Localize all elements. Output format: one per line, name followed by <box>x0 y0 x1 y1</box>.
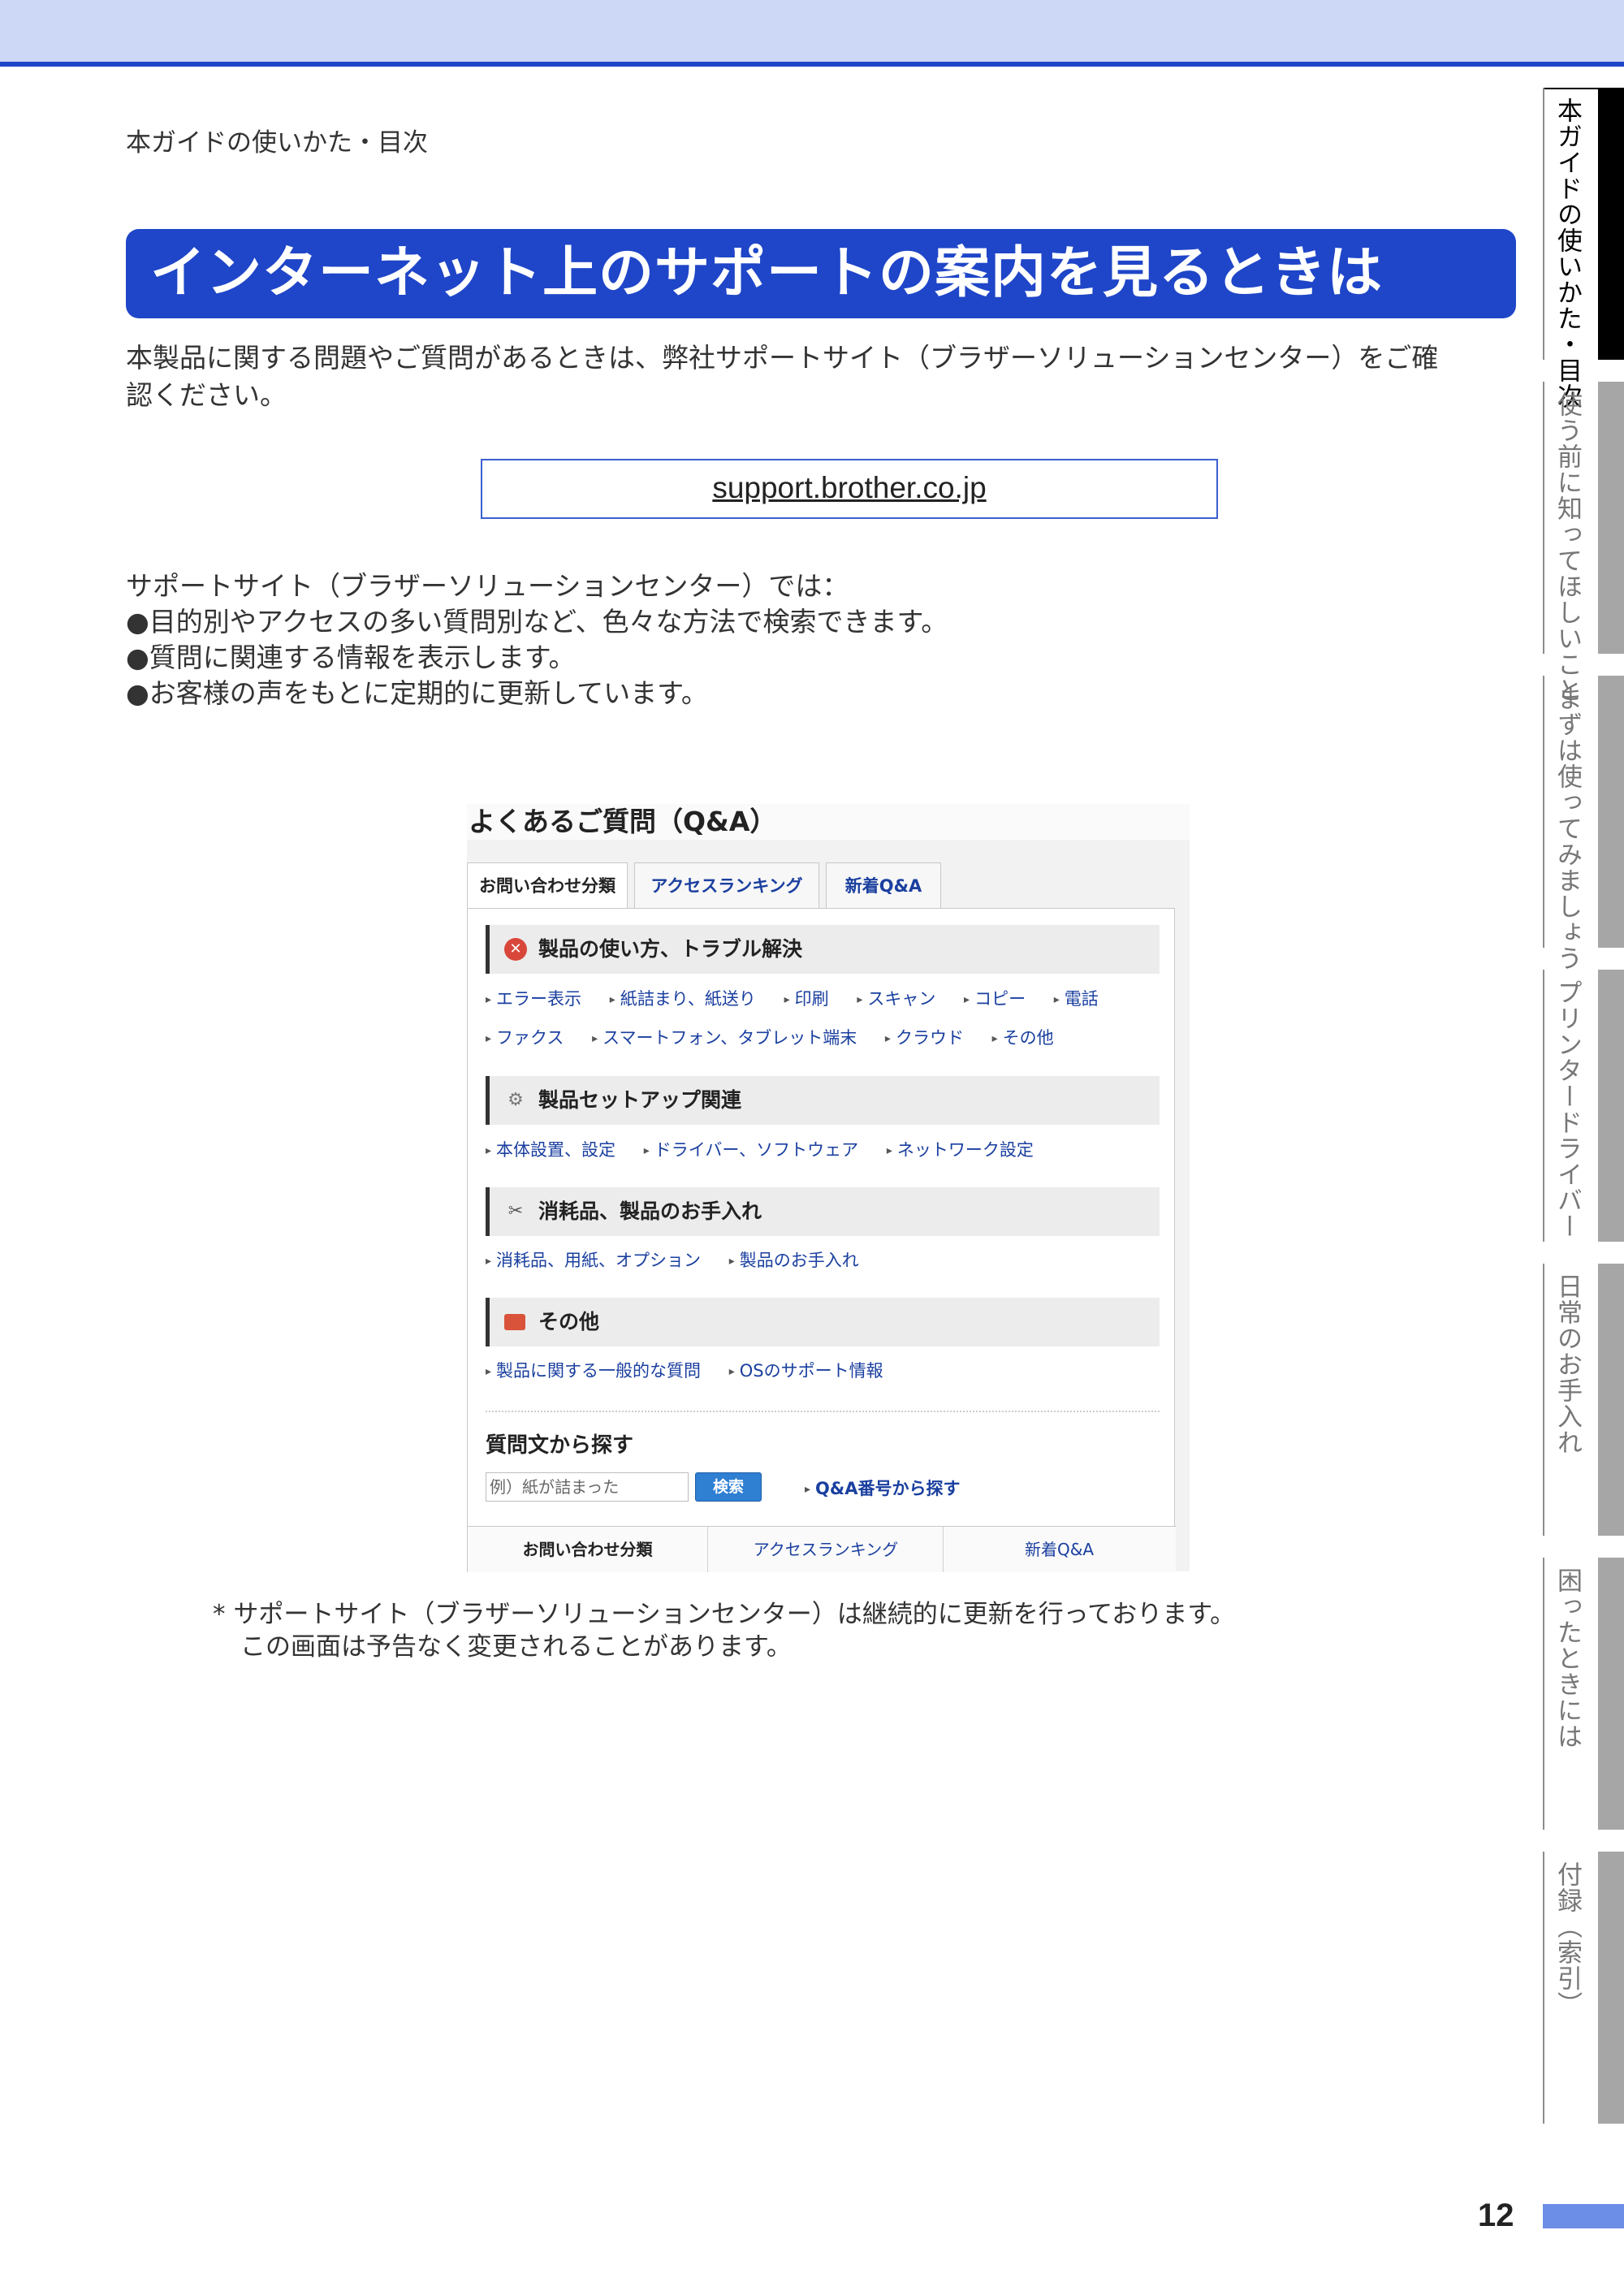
page-title-band: インターネット上のサポートの案内を見るときは <box>126 229 1516 318</box>
side-tab-label: 日常のお手入れ <box>1553 1273 1582 1455</box>
side-tab-marker <box>1598 88 1624 360</box>
side-tab-appendix-index[interactable]: 付録（索引） <box>1543 1852 1624 2124</box>
side-tab-before-use[interactable]: 使う前に知ってほしいこと <box>1543 382 1624 703</box>
side-tab-daily-maintenance[interactable]: 日常のお手入れ <box>1543 1264 1624 1536</box>
section-links-row: ファクス スマートフォン、タブレット端末 クラウド その他 <box>486 1025 1077 1049</box>
section-title: 製品の使い方、トラブル解決 <box>538 937 803 961</box>
qa-tab-bar: お問い合わせ分類 アクセスランキング 新着Q&A <box>467 862 1190 911</box>
section-title: その他 <box>538 1310 600 1333</box>
feature-item: ●目的別やアクセスの多い質問別など、色々な方法で検索できます。 <box>126 606 948 638</box>
link-driver-software[interactable]: ドライバー、ソフトウェア <box>644 1140 858 1160</box>
top-header-bar <box>0 0 1624 67</box>
link-error-display[interactable]: エラー表示 <box>486 989 581 1009</box>
gear-icon: ⚙ <box>508 1090 524 1110</box>
section-header-setup: ⚙ 製品セットアップ関連 <box>486 1076 1160 1125</box>
breadcrumb[interactable]: 本ガイドの使いかた・目次 <box>126 122 428 158</box>
section-header-supplies-maintenance: ✂ 消耗品、製品のお手入れ <box>486 1187 1160 1236</box>
footnote-line-1: * サポートサイト（ブラザーソリューションセンター）は継続的に更新を行っておりま… <box>213 1600 1236 1629</box>
support-url-box: support.brother.co.jp <box>481 459 1218 519</box>
link-network-settings[interactable]: ネットワーク設定 <box>887 1140 1034 1160</box>
link-fax[interactable]: ファクス <box>486 1028 564 1048</box>
tab-inquiry-category[interactable]: お問い合わせ分類 <box>467 862 628 911</box>
footnote: * サポートサイト（ブラザーソリューションセンター）は継続的に更新を行っておりま… <box>213 1598 1235 1663</box>
feature-item: ●質問に関連する情報を表示します。 <box>126 642 576 673</box>
link-copy[interactable]: コピー <box>964 989 1026 1009</box>
section-header-other: その他 <box>486 1298 1160 1346</box>
side-tab-marker <box>1598 970 1624 1242</box>
search-button[interactable]: 検索 <box>695 1472 762 1502</box>
section-header-usage-troubleshooting: ✕ 製品の使い方、トラブル解決 <box>486 925 1160 974</box>
bottom-tab-new-qa[interactable]: 新着Q&A <box>943 1527 1175 1572</box>
intro-paragraph: 本製品に関する問題やご質問があるときは、弊社サポートサイト（ブラザーソリューショ… <box>126 339 1522 414</box>
side-tab-label: 本ガイドの使いかた・目次 <box>1553 97 1582 409</box>
link-product-maintenance[interactable]: 製品のお手入れ <box>729 1251 859 1270</box>
side-tab-guide-contents[interactable]: 本ガイドの使いかた・目次 <box>1543 88 1624 409</box>
side-tab-printer-driver[interactable]: プリンタードライバー <box>1543 970 1624 1242</box>
section-links-row: 本体設置、設定 ドライバー、ソフトウェア ネットワーク設定 <box>486 1137 1056 1161</box>
feature-list: サポートサイト（ブラザーソリューションセンター）では： ●目的別やアクセスの多い… <box>126 568 948 711</box>
page-number: 12 <box>1478 2198 1514 2233</box>
section-title: 製品セットアップ関連 <box>538 1088 742 1112</box>
feature-list-heading: サポートサイト（ブラザーソリューションセンター）では： <box>126 570 849 602</box>
page-title: インターネット上のサポートの案内を見るときは <box>150 241 1384 305</box>
intro-line-1: 本製品に関する問題やご質問があるときは、弊社サポートサイト（ブラザーソリューショ… <box>126 342 1439 374</box>
side-tab-label: 付録（索引） <box>1553 1861 1582 2017</box>
question-search-input[interactable]: 例）紙が詰まった <box>486 1472 689 1502</box>
link-other[interactable]: その他 <box>992 1028 1054 1048</box>
tab-new-qa[interactable]: 新着Q&A <box>826 862 941 910</box>
link-os-support[interactable]: OSのサポート情報 <box>729 1361 883 1381</box>
section-links-row: 製品に関する一般的な質問 OSのサポート情報 <box>486 1358 906 1382</box>
bottom-tab-inquiry-category[interactable]: お問い合わせ分類 <box>468 1527 707 1572</box>
section-links-row: エラー表示 紙詰まり、紙送り 印刷 スキャン コピー 電話 <box>486 986 1121 1010</box>
qa-page-screenshot: よくあるご質問（Q&A） お問い合わせ分類 アクセスランキング 新着Q&A ✕ … <box>467 804 1190 1572</box>
side-tab-label: プリンタードライバー <box>1553 979 1582 1239</box>
divider <box>486 1411 1160 1412</box>
footnote-line-2: この画面は予告なく変更されることがあります。 <box>240 1632 792 1662</box>
tools-icon: ✂ <box>508 1201 524 1221</box>
side-tab-marker <box>1598 382 1624 654</box>
support-url-link[interactable]: support.brother.co.jp <box>712 471 986 504</box>
section-links-row: 消耗品、用紙、オプション 製品のお手入れ <box>486 1247 882 1272</box>
tab-access-ranking[interactable]: アクセスランキング <box>634 862 819 910</box>
side-tab-troubleshooting[interactable]: 困ったときには <box>1543 1558 1624 1830</box>
qa-category-panel: ✕ 製品の使い方、トラブル解決 エラー表示 紙詰まり、紙送り 印刷 スキャン コ… <box>467 908 1176 1572</box>
link-smartphone-tablet[interactable]: スマートフォン、タブレット端末 <box>592 1028 857 1048</box>
bottom-tab-access-ranking[interactable]: アクセスランキング <box>707 1527 944 1572</box>
section-title: 消耗品、製品のお手入れ <box>538 1199 762 1223</box>
side-tab-label: まずは使ってみましょう <box>1553 685 1582 971</box>
error-icon: ✕ <box>504 938 527 961</box>
link-device-setup[interactable]: 本体設置、設定 <box>486 1140 615 1160</box>
feature-item: ●お客様の声をもとに定期的に更新しています。 <box>126 677 708 709</box>
qa-number-search-link[interactable]: Q&A番号から探す <box>805 1476 960 1500</box>
intro-line-2: 認ください。 <box>126 379 287 411</box>
side-tab-marker <box>1598 1558 1624 1830</box>
side-tab-marker <box>1598 1264 1624 1536</box>
side-tab-try-it[interactable]: まずは使ってみましょう <box>1543 676 1624 971</box>
link-phone[interactable]: 電話 <box>1054 989 1099 1009</box>
link-general-questions[interactable]: 製品に関する一般的な質問 <box>486 1361 701 1381</box>
link-print[interactable]: 印刷 <box>784 989 829 1009</box>
toolbox-icon <box>504 1314 525 1330</box>
qa-title: よくあるご質問（Q&A） <box>467 804 1190 840</box>
link-scan[interactable]: スキャン <box>857 989 935 1009</box>
search-section-title: 質問文から探す <box>486 1433 634 1458</box>
side-tab-label: 使う前に知ってほしいこと <box>1553 391 1582 703</box>
link-paper-jam[interactable]: 紙詰まり、紙送り <box>610 989 756 1009</box>
side-tab-label: 困ったときには <box>1553 1567 1582 1749</box>
bottom-tab-bar: お問い合わせ分類 アクセスランキング 新着Q&A <box>468 1526 1176 1572</box>
side-tab-marker <box>1598 676 1624 948</box>
page-number-bar <box>1543 2204 1624 2228</box>
side-tab-marker <box>1598 1852 1624 2124</box>
link-supplies-paper-options[interactable]: 消耗品、用紙、オプション <box>486 1251 701 1270</box>
link-cloud[interactable]: クラウド <box>885 1028 964 1048</box>
